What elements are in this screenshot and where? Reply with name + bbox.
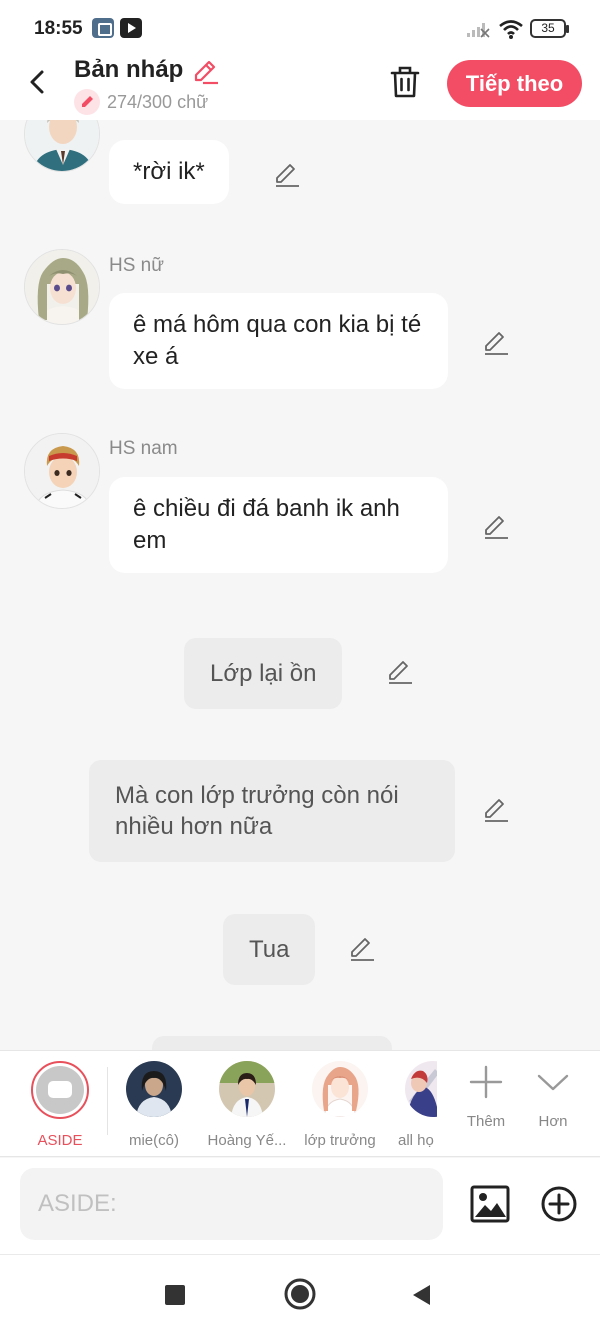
speaker-name: HS nữ <box>109 255 164 276</box>
character-hoang-yen[interactable]: Hoàng Yế... <box>202 1061 292 1149</box>
more-label: Hơn <box>538 1113 568 1130</box>
message-bubble[interactable]: ê chiều đi đá banh ik anh em <box>109 477 448 573</box>
add-circle-icon[interactable] <box>540 1185 578 1223</box>
divider <box>107 1067 108 1135</box>
narration-bubble[interactable]: Tua <box>223 914 316 985</box>
character-avatar <box>219 1061 275 1117</box>
edit-pencil-icon[interactable] <box>273 160 301 188</box>
more-button[interactable]: Hơn <box>521 1065 585 1130</box>
battery-indicator: 35 <box>530 19 569 38</box>
message-text: *rời ik* <box>133 158 205 185</box>
edit-pencil-icon[interactable] <box>386 657 414 685</box>
page-title: Bản nháp <box>74 56 184 83</box>
character-avatar <box>312 1061 368 1117</box>
next-button[interactable]: Tiếp theo <box>447 60 582 107</box>
character-avatar <box>405 1061 437 1117</box>
message-input[interactable] <box>20 1168 443 1240</box>
character-aside[interactable]: ASIDE <box>15 1061 105 1149</box>
image-icon[interactable] <box>470 1185 510 1223</box>
home-icon[interactable] <box>284 1278 316 1310</box>
character-label: all họ <box>398 1132 434 1149</box>
stop-icon[interactable] <box>164 1284 186 1306</box>
system-nav-bar <box>0 1254 600 1333</box>
narration-bubble[interactable]: Mà con lớp trưởng còn nói nhiều hơn nữa <box>89 760 455 862</box>
narration-text: Tua <box>249 936 290 963</box>
narration-bubble[interactable]: Lớp lại ồn <box>184 638 343 709</box>
back-triangle-icon[interactable] <box>410 1283 432 1307</box>
character-label: Hoàng Yế... <box>207 1132 287 1149</box>
char-count: 274/300 chữ <box>107 92 209 112</box>
signal-icon <box>467 23 490 38</box>
message-bubble[interactable]: *rời ik* <box>109 140 229 204</box>
back-arrow-icon[interactable] <box>20 62 56 102</box>
avatar-hs-nu[interactable] <box>24 249 100 325</box>
character-label: mie(cô) <box>128 1132 179 1149</box>
add-character-button[interactable]: Thêm <box>454 1065 518 1130</box>
plus-icon <box>469 1065 503 1099</box>
character-lop-truong[interactable]: lớp trưởng <box>295 1061 385 1149</box>
character-bar: ASIDE mie(cô) Hoàng Yế... lớp trưởng all… <box>0 1050 600 1157</box>
message-text: ê chiều đi đá banh ik anh em <box>133 495 400 554</box>
character-avatar <box>126 1061 182 1117</box>
chevron-down-icon <box>537 1074 569 1091</box>
avatar-teacher-male[interactable] <box>24 120 100 172</box>
character-all-ho[interactable]: all họ <box>391 1061 437 1149</box>
chat-area[interactable]: *rời ik* HS nữ ê má hôm qua con kia bị t… <box>0 120 600 1050</box>
trash-icon[interactable] <box>388 64 422 100</box>
status-bar: 18:55 35 <box>0 0 600 56</box>
app-header: Bản nháp 274/300 chữ Tiếp theo <box>0 56 600 120</box>
edit-pencil-icon[interactable] <box>482 795 510 823</box>
add-label: Thêm <box>466 1113 506 1130</box>
edit-pencil-icon[interactable] <box>348 934 376 962</box>
avatar-hs-nam[interactable] <box>24 433 100 509</box>
title-pencil-icon[interactable] <box>190 56 220 86</box>
character-label: lớp trưởng <box>304 1132 376 1149</box>
speaker-name: HS nam <box>109 438 178 459</box>
edit-pencil-icon[interactable] <box>482 328 510 356</box>
youtube-notification-icon <box>120 18 142 38</box>
status-time: 18:55 <box>34 18 83 39</box>
character-label: ASIDE <box>37 1132 83 1149</box>
character-mie[interactable]: mie(cô) <box>109 1061 199 1149</box>
gallery-notification-icon <box>92 18 114 38</box>
narration-text: Mà con lớp trưởng còn nói nhiều hơn nữa <box>115 782 399 840</box>
wifi-icon <box>499 20 523 39</box>
edit-pencil-icon[interactable] <box>482 512 510 540</box>
message-text: ê má hôm qua con kia bị té xe á <box>133 311 422 370</box>
message-bubble[interactable]: ê má hôm qua con kia bị té xe á <box>109 293 448 389</box>
narration-bubble-partial <box>152 1036 392 1050</box>
count-pencil-icon <box>74 89 100 115</box>
narration-text: Lớp lại ồn <box>210 660 317 687</box>
input-bar <box>0 1158 600 1254</box>
aside-avatar <box>31 1061 89 1119</box>
